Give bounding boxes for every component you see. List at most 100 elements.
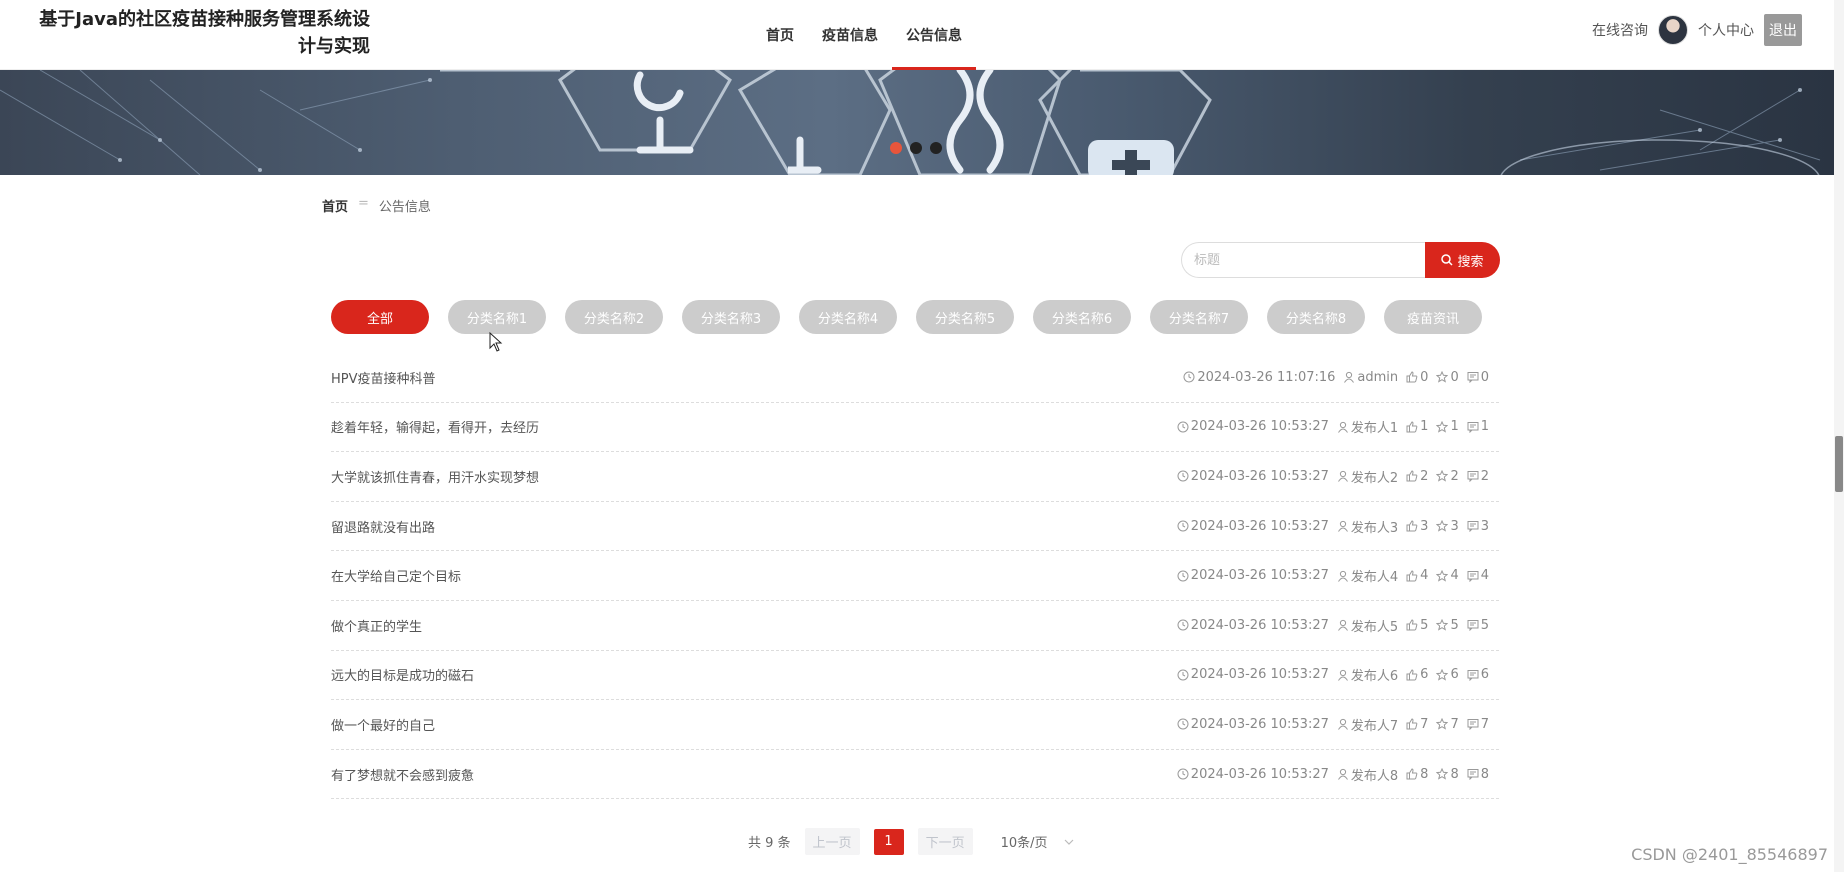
notice-comments-value: 4 (1480, 568, 1489, 584)
prev-page-button[interactable]: 上一页 (804, 828, 860, 855)
avatar[interactable] (1658, 15, 1688, 45)
search-input[interactable] (1181, 242, 1425, 278)
page-number-current[interactable]: 1 (873, 828, 904, 855)
notice-title[interactable]: 大学就该抓住青春，用汗水实现梦想 (331, 467, 539, 486)
notice-author-value: 发布人2 (1350, 470, 1399, 486)
notice-author: 发布人1 (1337, 417, 1398, 436)
notice-time: 2024-03-26 10:53:27 (1177, 419, 1329, 434)
star-icon (1436, 668, 1449, 681)
notice-favorites-value: 2 (1450, 468, 1459, 484)
notice-likes-value: 3 (1420, 518, 1429, 534)
category-pill[interactable]: 分类名称3 (682, 300, 780, 334)
user-icon (1337, 669, 1348, 681)
list-item[interactable]: 有了梦想就不会感到疲惫 2024-03-26 10:53:27 发布人8 8 8 8 (331, 750, 1499, 800)
online-consult-link[interactable]: 在线咨询 (1592, 20, 1648, 40)
notice-meta: 2024-03-26 11:07:16 admin 0 0 0 (1183, 370, 1499, 385)
notice-title[interactable]: 趁着年轻，输得起，看得开，去经历 (331, 417, 539, 436)
clock-icon (1177, 619, 1189, 631)
notice-likes: 6 (1406, 667, 1428, 682)
notice-meta: 2024-03-26 10:53:27 发布人3 3 3 3 (1177, 517, 1499, 536)
carousel-dot-2[interactable] (910, 142, 922, 154)
notice-likes-value: 7 (1420, 716, 1429, 732)
list-item[interactable]: 在大学给自己定个目标 2024-03-26 10:53:27 发布人4 4 4 4 (331, 551, 1499, 601)
main-nav: 首页 疫苗信息 公告信息 (752, 0, 976, 70)
notice-likes-value: 6 (1420, 667, 1429, 683)
notice-likes-value: 4 (1420, 568, 1429, 584)
notice-comments-value: 3 (1480, 518, 1489, 534)
list-item[interactable]: HPV疫苗接种科普 2024-03-26 11:07:16 admin 0 0 0 (331, 353, 1499, 403)
search-button[interactable]: 搜索 (1425, 242, 1500, 278)
notice-likes: 1 (1406, 419, 1428, 434)
user-icon (1337, 471, 1348, 483)
notice-author: 发布人8 (1337, 765, 1398, 784)
notice-title[interactable]: 在大学给自己定个目标 (331, 566, 461, 585)
category-pill[interactable]: 疫苗资讯 (1384, 300, 1482, 334)
category-pill[interactable]: 分类名称2 (565, 300, 663, 334)
breadcrumb-home[interactable]: 首页 (322, 196, 348, 215)
user-icon (1344, 372, 1355, 384)
category-pill[interactable]: 分类名称6 (1033, 300, 1131, 334)
user-icon (1337, 768, 1348, 780)
notice-favorites-value: 1 (1450, 419, 1459, 435)
notice-likes: 7 (1406, 717, 1428, 732)
nav-home[interactable]: 首页 (752, 0, 808, 70)
personal-center-link[interactable]: 个人中心 (1698, 20, 1754, 40)
scrollbar-thumb[interactable] (1835, 436, 1843, 492)
comment-icon (1467, 471, 1479, 483)
list-item[interactable]: 大学就该抓住青春，用汗水实现梦想 2024-03-26 10:53:27 发布人2 2… (331, 452, 1499, 502)
category-pill[interactable]: 分类名称5 (916, 300, 1014, 334)
notice-title[interactable]: HPV疫苗接种科普 (331, 368, 436, 387)
notice-author-value: 发布人5 (1350, 619, 1399, 635)
notice-favorites-value: 5 (1450, 617, 1459, 633)
category-pill[interactable]: 分类名称8 (1267, 300, 1365, 334)
notice-meta: 2024-03-26 10:53:27 发布人1 1 1 1 (1177, 417, 1499, 436)
clock-icon (1177, 768, 1189, 780)
notice-meta: 2024-03-26 10:53:27 发布人2 2 2 2 (1177, 467, 1499, 486)
carousel-dot-1[interactable] (890, 142, 902, 154)
logout-button[interactable]: 退出 (1764, 14, 1802, 46)
list-item[interactable]: 趁着年轻，输得起，看得开，去经历 2024-03-26 10:53:27 发布人1 1… (331, 403, 1499, 453)
notice-title[interactable]: 远大的目标是成功的磁石 (331, 665, 474, 684)
notice-comments-value: 7 (1480, 716, 1489, 732)
notice-title[interactable]: 有了梦想就不会感到疲惫 (331, 765, 474, 784)
thumbs-up-icon (1406, 768, 1418, 780)
notice-time: 2024-03-26 10:53:27 (1177, 767, 1329, 782)
list-item[interactable]: 做一个最好的自己 2024-03-26 10:53:27 发布人7 7 7 7 (331, 700, 1499, 750)
category-pill[interactable]: 分类名称4 (799, 300, 897, 334)
list-item[interactable]: 做个真正的学生 2024-03-26 10:53:27 发布人5 5 5 5 (331, 601, 1499, 651)
list-item[interactable]: 留退路就没有出路 2024-03-26 10:53:27 发布人3 3 3 3 (331, 502, 1499, 552)
category-pill[interactable]: 分类名称7 (1150, 300, 1248, 334)
nav-vaccine-info[interactable]: 疫苗信息 (808, 0, 892, 70)
page-size-select[interactable]: 10条/页 (1001, 832, 1074, 851)
notice-author: 发布人4 (1337, 566, 1398, 585)
notice-title[interactable]: 做个真正的学生 (331, 616, 422, 635)
notice-comments: 3 (1467, 519, 1489, 534)
page-scrollbar[interactable] (1834, 0, 1844, 872)
notice-meta: 2024-03-26 10:53:27 发布人4 4 4 4 (1177, 566, 1499, 585)
notice-author: 发布人2 (1337, 467, 1398, 486)
notice-favorites: 5 (1436, 617, 1459, 633)
list-item[interactable]: 远大的目标是成功的磁石 2024-03-26 10:53:27 发布人6 6 6 6 (331, 651, 1499, 701)
category-pill[interactable]: 分类名称1 (448, 300, 546, 334)
notice-time-value: 2024-03-26 10:53:27 (1190, 617, 1329, 633)
notice-time-value: 2024-03-26 10:53:27 (1190, 468, 1329, 484)
notice-likes: 4 (1406, 568, 1428, 583)
notice-title[interactable]: 留退路就没有出路 (331, 517, 435, 536)
user-icon (1337, 719, 1348, 731)
notice-favorites: 7 (1436, 717, 1459, 732)
carousel-dot-3[interactable] (930, 142, 942, 154)
next-page-button[interactable]: 下一页 (917, 828, 973, 855)
search-bar: 搜索 (1181, 242, 1500, 278)
nav-notice-info[interactable]: 公告信息 (892, 0, 976, 70)
notice-author-value: 发布人7 (1350, 718, 1399, 734)
notice-comments: 0 (1467, 370, 1489, 385)
star-icon (1436, 420, 1449, 433)
page-size-value: 10条/页 (1000, 836, 1048, 851)
category-pill[interactable]: 全部 (331, 300, 429, 334)
notice-title[interactable]: 做一个最好的自己 (331, 715, 435, 734)
notice-time-value: 2024-03-26 10:53:27 (1190, 419, 1329, 435)
notice-author: 发布人5 (1337, 616, 1398, 635)
notice-time-value: 2024-03-26 11:07:16 (1197, 369, 1336, 385)
banner-carousel[interactable] (0, 70, 1840, 175)
search-button-label: 搜索 (1457, 253, 1484, 269)
